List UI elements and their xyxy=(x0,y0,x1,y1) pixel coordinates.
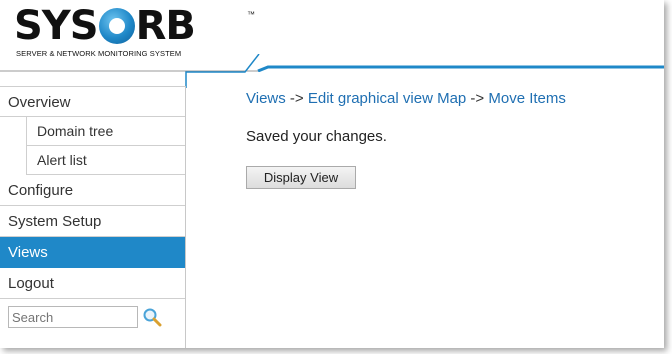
sidebar-item-label: Overview xyxy=(8,94,71,111)
sidebar-item-logout[interactable]: Logout xyxy=(0,268,185,299)
header: SYS RB ™ SERVER & NETWORK MONITORING SYST… xyxy=(0,0,664,88)
breadcrumb-move-items-link[interactable]: Move Items xyxy=(488,90,566,107)
logo-subtitle: SERVER & NETWORK MONITORING SYSTEM xyxy=(16,49,182,58)
app-window: SYS RB ™ SERVER & NETWORK MONITORING SYST… xyxy=(0,0,664,348)
breadcrumb: Views -> Edit graphical view Map -> Move… xyxy=(246,90,566,107)
magnifier-icon[interactable] xyxy=(142,307,162,327)
breadcrumb-views-link[interactable]: Views xyxy=(246,90,286,107)
breadcrumb-separator: -> xyxy=(466,90,489,107)
sidebar-item-label: Configure xyxy=(8,182,74,199)
status-message: Saved your changes. xyxy=(246,128,387,145)
sidebar-item-label: Views xyxy=(8,244,48,261)
sidebar: Overview Domain tree Alert list Configur… xyxy=(0,86,186,348)
logo-text-left: SYS xyxy=(14,3,99,49)
sidebar-item-system-setup[interactable]: System Setup xyxy=(0,206,185,237)
trademark: ™ xyxy=(247,10,255,19)
breadcrumb-separator: -> xyxy=(285,90,308,107)
sidebar-item-overview[interactable]: Overview xyxy=(0,86,185,117)
header-divider xyxy=(185,54,260,88)
logo-globe-icon xyxy=(98,8,135,44)
display-view-button[interactable]: Display View xyxy=(246,166,356,189)
logo: SYS RB xyxy=(14,2,196,50)
sidebar-item-label: Alert list xyxy=(37,152,87,168)
main-content: Views -> Edit graphical view Map -> Move… xyxy=(187,86,664,348)
sidebar-item-label: Logout xyxy=(8,275,54,292)
breadcrumb-edit-view-link[interactable]: Edit graphical view Map xyxy=(308,90,466,107)
sidebar-item-label: System Setup xyxy=(8,213,102,230)
search-input[interactable] xyxy=(8,306,138,328)
sidebar-item-alert-list[interactable]: Alert list xyxy=(26,146,185,175)
header-accent-line xyxy=(0,65,664,72)
sidebar-item-domain-tree[interactable]: Domain tree xyxy=(26,117,185,146)
logo-text-right: RB xyxy=(135,3,196,49)
search-row xyxy=(8,306,162,328)
sidebar-item-label: Domain tree xyxy=(37,123,114,139)
sidebar-item-configure[interactable]: Configure xyxy=(0,175,185,206)
sidebar-item-views[interactable]: Views xyxy=(0,237,185,268)
